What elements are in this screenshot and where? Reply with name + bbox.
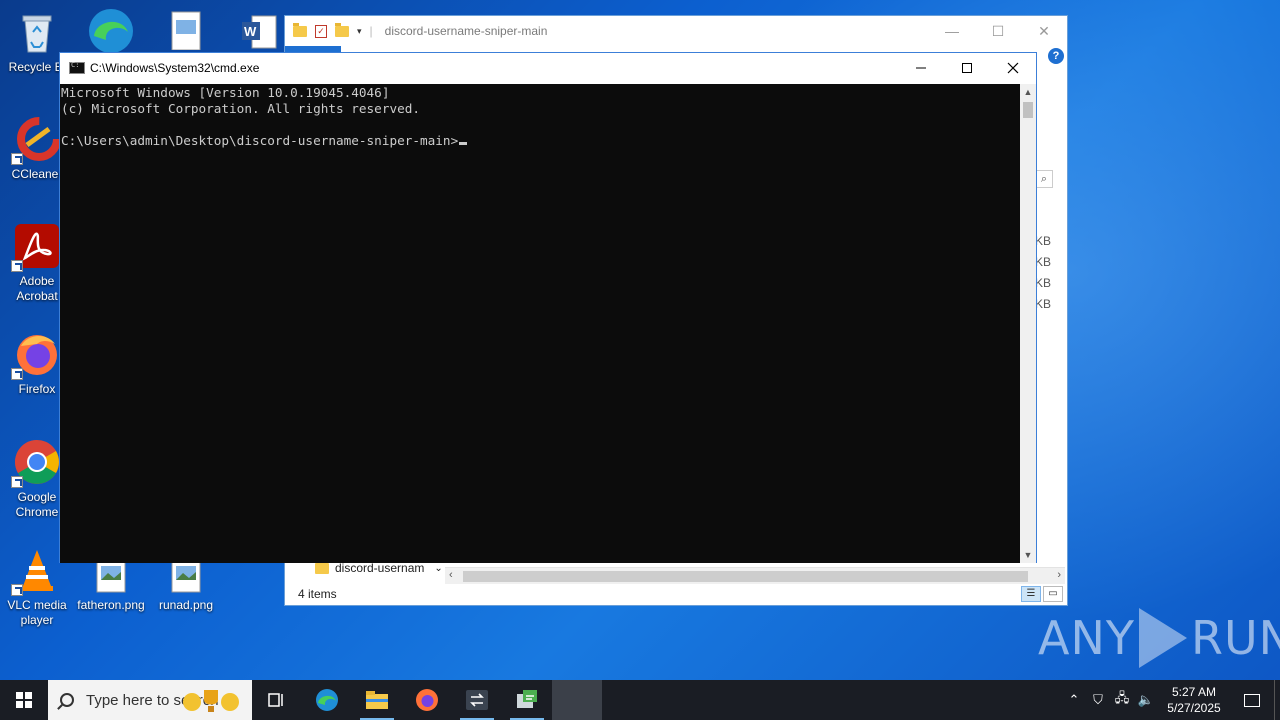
file-size: KB (1034, 255, 1051, 269)
nav-item-label: discord-usernam (335, 561, 425, 575)
scroll-left-icon[interactable]: ‹ (449, 569, 453, 581)
vlc-icon (11, 546, 61, 596)
taskbar: Type here to search ⌃ ⛉ 🖧 🔈 5:27 AM 5/27… (0, 680, 1280, 720)
help-icon[interactable]: ? (1048, 48, 1064, 64)
desktop-icon-runad[interactable]: runad.png (149, 558, 223, 613)
notification-center-button[interactable] (1230, 693, 1274, 707)
vertical-scrollbar[interactable]: ▲ ▼ (1020, 84, 1036, 563)
item-count: 4 items (298, 587, 337, 601)
cmd-title: C:\Windows\System32\cmd.exe (90, 61, 260, 75)
scroll-up-icon[interactable]: ▲ (1020, 84, 1036, 100)
scroll-down-icon[interactable]: ▼ (1020, 547, 1036, 563)
minimize-button[interactable]: — (929, 16, 975, 46)
details-view-button[interactable]: ☰ (1021, 586, 1041, 602)
clock-time: 5:27 AM (1171, 685, 1217, 699)
chevron-down-icon[interactable]: ▾ (357, 26, 362, 37)
notification-icon (1244, 693, 1260, 707)
task-view-button[interactable] (252, 680, 302, 720)
chevron-up-icon[interactable]: ⌃ (1062, 692, 1086, 708)
scroll-right-icon[interactable]: › (1057, 569, 1061, 581)
close-button[interactable] (990, 53, 1036, 83)
clock-date: 5/27/2025 (1167, 701, 1221, 715)
file-size: KB (1034, 234, 1051, 248)
horizontal-scrollbar[interactable]: ‹ › (445, 567, 1065, 584)
desktop-icon-word-partial[interactable]: W (240, 14, 280, 50)
close-button[interactable]: ✕ (1021, 16, 1067, 46)
file-explorer-icon (366, 691, 388, 709)
text-cursor (459, 142, 468, 145)
folder-icon (293, 22, 307, 37)
anyrun-watermark: ANY RUN (1038, 606, 1280, 670)
search-icon (60, 693, 74, 707)
image-file-icon (95, 558, 127, 594)
maximize-button[interactable] (944, 53, 990, 83)
taskbar-active-window[interactable] (552, 680, 602, 720)
cmd-window[interactable]: C:\Windows\System32\cmd.exe Microsoft Wi… (59, 52, 1037, 563)
image-file-icon (171, 11, 201, 51)
console-output[interactable]: Microsoft Windows [Version 10.0.19045.40… (60, 84, 1022, 563)
script-app-icon (517, 690, 537, 708)
taskbar-firefox[interactable] (402, 680, 452, 720)
cmd-icon (69, 61, 85, 74)
firefox-icon (11, 330, 61, 380)
taskbar-edge[interactable] (302, 680, 352, 720)
desktop-icon-label: runad.png (158, 598, 214, 612)
ccleaner-icon (11, 115, 61, 165)
edge-icon (316, 689, 338, 711)
firefox-icon (416, 689, 438, 711)
status-bar: 4 items (285, 583, 1067, 605)
console-line: ​ (61, 117, 1021, 133)
taskbar-app[interactable] (452, 680, 502, 720)
minimize-button[interactable] (898, 53, 944, 83)
svg-text:W: W (244, 24, 257, 39)
task-view-icon (268, 693, 283, 707)
clock[interactable]: 5:27 AM 5/27/2025 (1158, 684, 1230, 716)
edge-icon (89, 9, 133, 53)
maximize-button[interactable]: ☐ (975, 16, 1021, 46)
start-button[interactable] (0, 680, 48, 720)
file-size: KB (1034, 297, 1051, 311)
word-doc-icon: W (242, 15, 277, 49)
desktop-icon-label: VLC media player (7, 598, 67, 627)
play-logo-icon (1138, 608, 1187, 668)
desktop-icon-fatheron[interactable]: fatheron.png (74, 558, 148, 613)
nav-pane-item[interactable]: discord-usernam ⌄ (315, 559, 443, 575)
search-highlight-icon (178, 686, 244, 714)
show-desktop-button[interactable] (1274, 680, 1280, 720)
file-size-column: KB KB KB KB (1035, 231, 1051, 315)
file-size: KB (1034, 276, 1051, 290)
console-prompt: C:\Users\admin\Desktop\discord-username-… (61, 133, 459, 148)
console-line: Microsoft Windows [Version 10.0.19045.40… (61, 85, 390, 100)
system-tray: ⌃ ⛉ 🖧 🔈 5:27 AM 5/27/2025 (1062, 680, 1280, 720)
scrollbar-thumb[interactable] (463, 571, 1028, 582)
taskbar-search-box[interactable]: Type here to search (48, 680, 252, 720)
desktop-icon-image-partial[interactable] (170, 10, 202, 51)
volume-icon[interactable]: 🔈 (1134, 692, 1158, 708)
properties-icon[interactable]: ✓ (315, 24, 327, 38)
cmd-titlebar[interactable]: C:\Windows\System32\cmd.exe (60, 53, 1036, 83)
recycle-bin-icon (13, 8, 61, 56)
scrollbar-thumb[interactable] (1023, 102, 1033, 118)
new-folder-icon[interactable] (335, 22, 349, 37)
desktop-icon-edge-partial[interactable] (86, 6, 136, 53)
acrobat-icon (11, 222, 61, 272)
taskbar-cmd-app[interactable] (502, 680, 552, 720)
app-switch-icon (466, 690, 488, 710)
watermark-text-left: ANY (1038, 611, 1135, 665)
large-icons-view-button[interactable]: ▭ (1043, 586, 1063, 602)
folder-icon (315, 559, 329, 574)
search-icon[interactable]: ⌕ (1035, 170, 1053, 188)
console-prompt-line: C:\Users\admin\Desktop\discord-username-… (61, 133, 1021, 149)
explorer-title: discord-username-sniper-main (384, 24, 548, 38)
chevron-down-icon[interactable]: ⌄ (434, 563, 442, 574)
desktop-icon-label: fatheron.png (77, 598, 145, 612)
network-icon[interactable]: 🖧 (1110, 689, 1134, 711)
console-line: (c) Microsoft Corporation. All rights re… (61, 101, 421, 116)
defender-icon[interactable]: ⛉ (1086, 692, 1110, 708)
windows-logo-icon (16, 692, 32, 708)
watermark-text-right: RUN (1190, 611, 1280, 665)
taskbar-file-explorer[interactable] (352, 680, 402, 720)
chrome-icon (11, 438, 61, 488)
image-file-icon (170, 558, 202, 594)
